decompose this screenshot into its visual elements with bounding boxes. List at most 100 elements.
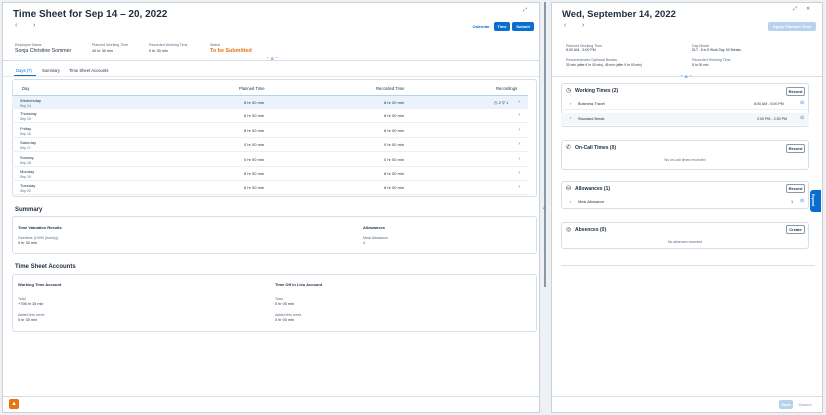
message-button[interactable]: ▲ [9,399,19,409]
col-recorded: Recorded Time [376,86,405,91]
status-label: Status [210,43,221,47]
table-row[interactable]: Monday Sep 19 8 hr 00 min 8 hr 00 min › [12,167,528,181]
breaks-value: 30 min (after 6 hr 00 min), 45 min (afte… [566,63,642,67]
timesheet-pane: Time Sheet for Sep 14 – 20, 2022 ‹ › ⤢ C… [2,2,540,413]
col-planned: Planned Time [239,86,265,91]
chevron-right-icon[interactable]: › [518,141,520,147]
summary-title: Summary [15,207,43,213]
absences-title: Absences (0) [575,227,607,233]
allowances-record-button[interactable]: Record [786,184,805,193]
apply-planned-time-button[interactable]: Apply Planned Time [768,22,816,31]
row-recorded: 0 hr 00 min [384,156,405,162]
col-day: Day [22,86,30,91]
row-recorded: 8 hr 00 min [384,100,405,105]
tab-days[interactable]: Days (7) [16,68,32,73]
working-time-range: 8:00 AM - 5:00 PM [754,102,784,106]
recorded-value: 8 hr 00 min [692,63,709,67]
coins-icon: ⛁ [566,186,572,192]
edit-icon[interactable]: ⊙ [800,115,804,121]
row-recorded: 8 hr 00 min [384,127,405,133]
chevron-right-icon[interactable]: › [570,199,571,204]
expand-icon[interactable]: ⤢ [523,7,527,13]
row-date: Sep 16 [20,131,31,136]
close-icon[interactable]: ✕ [806,6,810,12]
breaks-label: Recommended Optional Breaks [566,58,617,62]
row-planned: 8 hr 00 min [244,185,265,191]
recorded-label: Recorded Working Time [692,58,731,62]
col-recordings: Recordings [496,86,518,91]
edit-icon[interactable]: ⊙ [800,198,804,204]
save-button[interactable]: Save [779,400,793,409]
tab-summary[interactable]: Summary [42,68,60,73]
planned-value: 40 hr 30 min [92,49,114,53]
divider-grip-icon[interactable]: ‹ [543,206,545,212]
detail-title: Wed, September 14, 2022 [562,9,676,20]
chevron-right-icon[interactable]: › [570,101,571,106]
working-time-name: Standard Break [578,117,605,121]
nav-next-button[interactable]: › [33,22,35,29]
allowance-value: 1 [363,241,366,245]
calendar-button[interactable]: Calendar [469,22,493,31]
allowance-count: 1 [791,200,794,204]
table-row[interactable]: Tuesday Sep 20 8 hr 00 min 8 hr 00 min › [12,181,528,196]
row-planned: 0 hr 00 min [244,156,265,162]
chevron-right-icon[interactable]: › [518,99,520,105]
pane-divider[interactable]: ‹ [543,2,548,413]
row-date: Sep 18 [20,160,31,165]
wta-added-label: Added this week [18,313,45,317]
row-planned: 0 hr 00 min [244,142,265,148]
tab-accounts[interactable]: Time Sheet Accounts [69,68,108,73]
row-day: Wednesday [20,98,42,103]
nav-next-button[interactable]: › [582,22,584,29]
working-times-title: Working Times (2) [575,88,619,94]
edit-icon[interactable]: ⊙ [800,100,804,106]
row-day: Friday [20,125,32,131]
chevron-right-icon[interactable]: › [518,170,520,176]
row-date: Sep 17 [20,146,31,151]
row-date: Sep 14 [20,104,31,108]
nav-prev-button[interactable]: ‹ [15,22,17,29]
row-planned: 8 hr 00 min [244,100,265,105]
fullscreen-icon[interactable]: ⤢ [793,6,797,12]
cancel-button[interactable]: Cancel [795,400,815,409]
toil-added-value: 0 hr 00 min [275,318,294,322]
row-recorded: 0 hr 00 min [384,142,405,148]
chevron-right-icon[interactable]: › [518,112,520,118]
employee-label: Employee Name [15,43,42,47]
toil-added-label: Added this week [275,313,302,317]
absences-create-button[interactable]: Create [786,225,805,234]
submit-button[interactable]: Submit [512,22,534,31]
planned-label: Planned Working Time [92,43,129,47]
chevron-right-icon[interactable]: › [570,115,571,120]
chevron-right-icon[interactable]: › [518,127,520,133]
status-badge: To be Submitted [210,48,252,54]
oncall-record-button[interactable]: Record [786,144,805,153]
planned-value: 8:00 AM - 5:00 PM [566,48,596,52]
employee-value: Sonja Christine Sommer [15,48,72,54]
working-times-record-button[interactable]: Record [786,87,805,96]
time-button[interactable]: Time [494,22,510,31]
table-row[interactable]: Sunday Sep 18 0 hr 00 min 0 hr 00 min › [12,153,528,167]
row-day: Sunday [20,154,34,160]
nav-prev-button[interactable]: ‹ [564,22,566,29]
allowances-title: Allowances [363,225,386,230]
row-recorded: 8 hr 00 min [384,171,405,176]
table-row[interactable]: Friday Sep 16 8 hr 00 min 8 hr 00 min › [12,124,528,138]
side-expand-tab[interactable]: Expand [810,190,821,212]
overtime-value: 0 hr 30 min [18,241,37,245]
table-row[interactable]: Wednesday Sep 14 8 hr 00 min 8 hr 00 min ◷ 2… [12,95,528,109]
time-valuation-title: Time Valuation Results [18,225,62,230]
chevron-right-icon[interactable]: › [518,184,520,190]
row-date: Sep 15 [20,117,31,122]
row-recorded: 8 hr 00 min [384,185,405,191]
oncall-title: On-Call Times (0) [575,145,617,151]
accounts-title: Time Sheet Accounts [15,264,76,270]
collapse-icon[interactable]: ⌃ ⊜ ⌃ [266,56,278,61]
table-row[interactable]: Thursday Sep 15 8 hr 00 min 8 hr 00 min › [12,109,528,124]
collapse-icon[interactable]: ⌃ ⊜ ⌃ [680,74,692,79]
row-date: Sep 19 [20,175,31,179]
chevron-right-icon[interactable]: › [518,156,520,162]
table-row[interactable]: Saturday Sep 17 0 hr 00 min 0 hr 00 min › [12,138,528,153]
oncall-empty: No on-call times recorded [664,158,706,162]
row-day: Saturday [20,140,37,146]
